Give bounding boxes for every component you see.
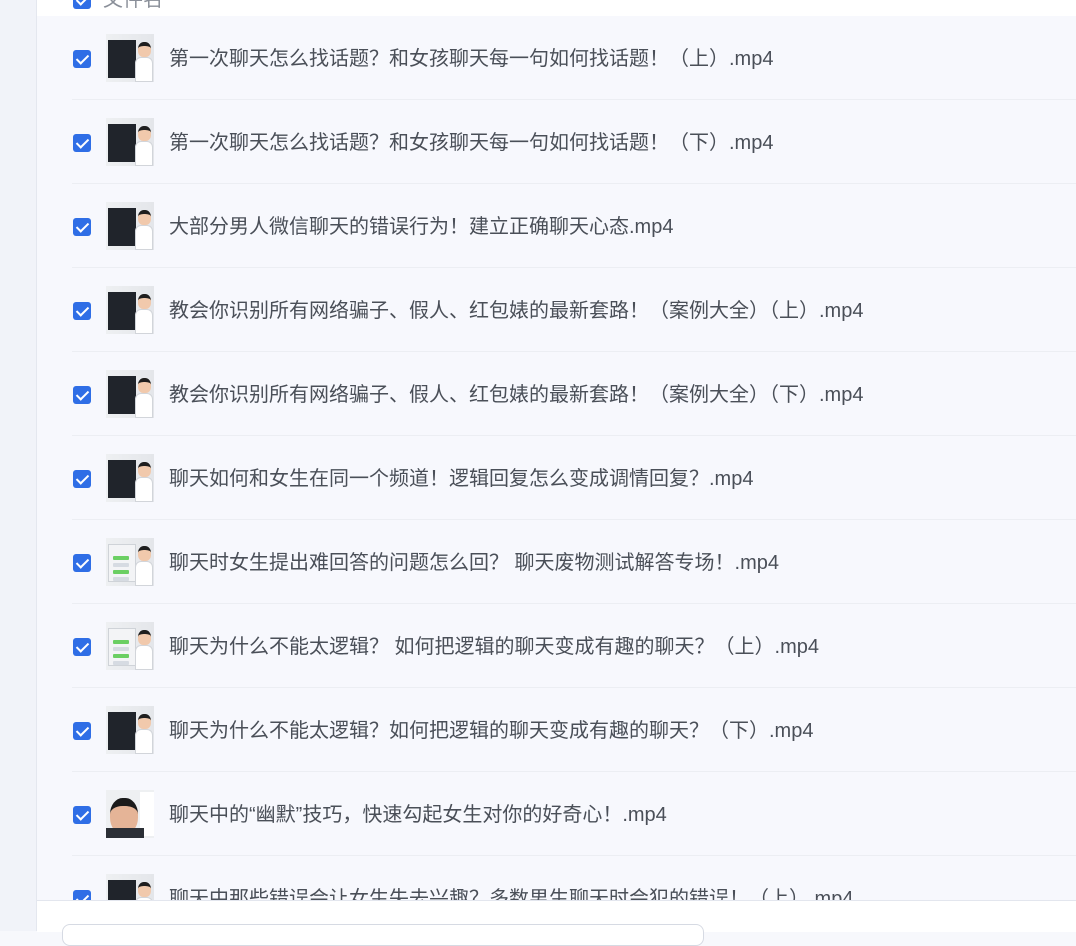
video-thumbnail <box>106 370 154 418</box>
file-row[interactable]: 聊天中的“幽默”技巧，快速勾起女生对你的好奇心！.mp4 <box>37 772 1076 856</box>
file-checkbox[interactable] <box>73 302 91 320</box>
file-row[interactable]: 教会你识别所有网络骗子、假人、红包婊的最新套路！（案例大全）（上）.mp4 <box>37 268 1076 352</box>
bottom-bar <box>37 900 1076 946</box>
left-sidebar <box>0 0 37 931</box>
video-thumbnail <box>106 118 154 166</box>
file-checkbox[interactable] <box>73 554 91 572</box>
file-name[interactable]: 教会你识别所有网络骗子、假人、红包婊的最新套路！（案例大全）（上）.mp4 <box>169 298 863 324</box>
file-list: 第一次聊天怎么找话题？和女孩聊天每一句如何找话题！（上）.mp4 第一次聊天怎么找… <box>37 16 1076 900</box>
column-header-filename: 文件名 <box>103 0 163 11</box>
file-name[interactable]: 教会你识别所有网络骗子、假人、红包婊的最新套路！（案例大全）（下）.mp4 <box>169 382 863 408</box>
video-thumbnail <box>106 622 154 670</box>
file-row[interactable]: 聊天中那些错误会让女生失去兴趣？多数男生聊天时会犯的错误！（上）.mp4 <box>37 856 1076 900</box>
file-row[interactable]: 第一次聊天怎么找话题？和女孩聊天每一句如何找话题！（下）.mp4 <box>37 100 1076 184</box>
file-checkbox[interactable] <box>73 890 91 900</box>
file-row[interactable]: 教会你识别所有网络骗子、假人、红包婊的最新套路！（案例大全）（下）.mp4 <box>37 352 1076 436</box>
file-name[interactable]: 第一次聊天怎么找话题？和女孩聊天每一句如何找话题！（上）.mp4 <box>169 46 773 72</box>
file-checkbox[interactable] <box>73 386 91 404</box>
file-name[interactable]: 大部分男人微信聊天的错误行为！建立正确聊天心态.mp4 <box>169 214 673 240</box>
video-thumbnail <box>106 790 154 838</box>
list-header: 文件名 <box>37 0 1076 16</box>
file-row[interactable]: 第一次聊天怎么找话题？和女孩聊天每一句如何找话题！（上）.mp4 <box>37 16 1076 100</box>
file-name[interactable]: 聊天时女生提出难回答的问题怎么回？ 聊天废物测试解答专场！.mp4 <box>169 550 779 576</box>
file-checkbox[interactable] <box>73 218 91 236</box>
file-name[interactable]: 聊天中那些错误会让女生失去兴趣？多数男生聊天时会犯的错误！（上）.mp4 <box>169 886 853 900</box>
file-row[interactable]: 大部分男人微信聊天的错误行为！建立正确聊天心态.mp4 <box>37 184 1076 268</box>
file-checkbox[interactable] <box>73 470 91 488</box>
file-checkbox[interactable] <box>73 50 91 68</box>
file-name[interactable]: 聊天为什么不能太逻辑？如何把逻辑的聊天变成有趣的聊天？（下）.mp4 <box>169 718 813 744</box>
video-thumbnail <box>106 34 154 82</box>
file-checkbox[interactable] <box>73 134 91 152</box>
file-checkbox[interactable] <box>73 806 91 824</box>
file-name[interactable]: 第一次聊天怎么找话题？和女孩聊天每一句如何找话题！（下）.mp4 <box>169 130 773 156</box>
video-thumbnail <box>106 454 154 502</box>
video-thumbnail <box>106 202 154 250</box>
file-row[interactable]: 聊天为什么不能太逻辑？ 如何把逻辑的聊天变成有趣的聊天？（上）.mp4 <box>37 604 1076 688</box>
file-checkbox[interactable] <box>73 722 91 740</box>
select-all-checkbox[interactable] <box>73 0 91 9</box>
file-name[interactable]: 聊天中的“幽默”技巧，快速勾起女生对你的好奇心！.mp4 <box>169 802 667 828</box>
file-list-panel: 文件名 第一次聊天怎么找话题？和女孩聊天每一句如何找话题！（上）.mp4 第一次聊… <box>37 0 1076 900</box>
bottom-input[interactable] <box>62 924 704 946</box>
video-thumbnail <box>106 538 154 586</box>
video-thumbnail <box>106 286 154 334</box>
video-thumbnail <box>106 874 154 900</box>
file-name[interactable]: 聊天为什么不能太逻辑？ 如何把逻辑的聊天变成有趣的聊天？（上）.mp4 <box>169 634 819 660</box>
file-row[interactable]: 聊天为什么不能太逻辑？如何把逻辑的聊天变成有趣的聊天？（下）.mp4 <box>37 688 1076 772</box>
video-thumbnail <box>106 706 154 754</box>
file-name[interactable]: 聊天如何和女生在同一个频道！逻辑回复怎么变成调情回复？.mp4 <box>169 466 753 492</box>
file-checkbox[interactable] <box>73 638 91 656</box>
file-row[interactable]: 聊天时女生提出难回答的问题怎么回？ 聊天废物测试解答专场！.mp4 <box>37 520 1076 604</box>
file-row[interactable]: 聊天如何和女生在同一个频道！逻辑回复怎么变成调情回复？.mp4 <box>37 436 1076 520</box>
